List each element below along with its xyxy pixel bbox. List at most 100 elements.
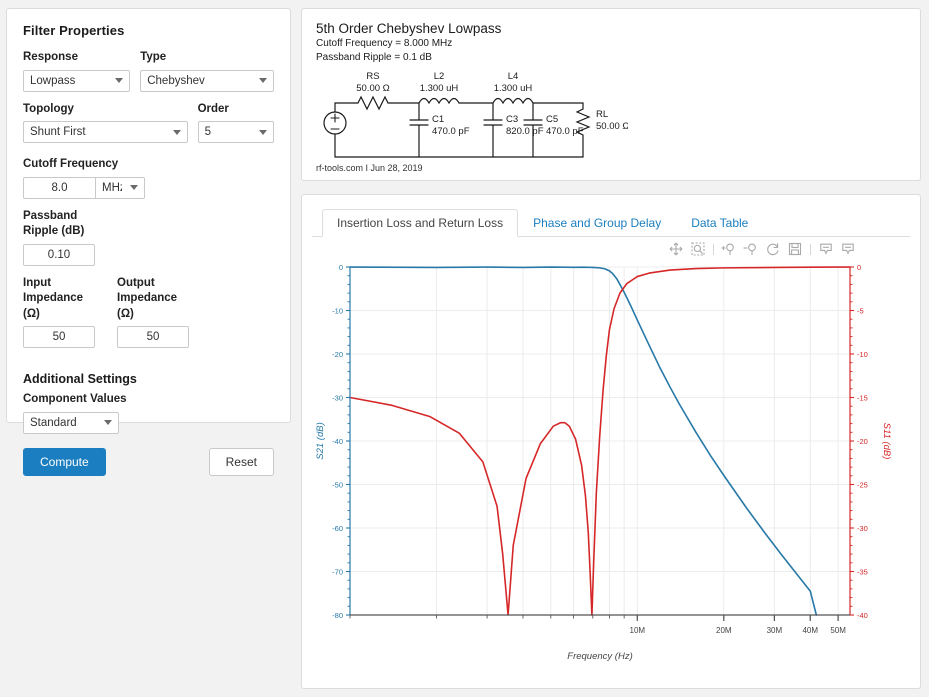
schematic-val-c1: 470.0 pF xyxy=(432,126,470,137)
schematic-cutoff-line: Cutoff Frequency = 8.000 MHz xyxy=(316,38,453,49)
svg-text:-70: -70 xyxy=(332,568,343,577)
schematic-panel: 5th Order Chebyshev Lowpass Cutoff Frequ… xyxy=(301,8,921,181)
chevron-down-icon xyxy=(104,420,112,426)
svg-text:-10: -10 xyxy=(857,350,868,359)
schematic-ref-l2: L2 xyxy=(434,71,445,82)
topology-select[interactable]: Shunt First xyxy=(23,121,188,144)
circuit-schematic: RS 50.00 Ω L2 1.300 uH L4 1.300 uH C1 47… xyxy=(323,71,628,158)
results-tabs: Insertion Loss and Return Loss Phase and… xyxy=(312,205,910,237)
cutoff-frequency-group: 8.0 MHz xyxy=(23,176,274,199)
tab-phase-and-group-delay[interactable]: Phase and Group Delay xyxy=(518,209,676,237)
schematic-ref-rl: RL xyxy=(596,109,608,120)
plot-area[interactable]: 0 -10 -20 -30 -40 -50 -60 -70 -80 0 -5 -10 -15 -20 -25… xyxy=(312,259,910,682)
input-impedance-label-line2: Impedance (Ω) xyxy=(23,292,84,320)
passband-ripple-value: 0.10 xyxy=(47,248,71,261)
additional-settings-title: Additional Settings xyxy=(23,372,137,387)
app-root: Filter Properties Response Lowpass Type … xyxy=(0,0,929,697)
tab-insertion-loss-and-return-loss[interactable]: Insertion Loss and Return Loss xyxy=(322,209,519,237)
hover-tool-2-icon[interactable] xyxy=(838,240,858,258)
schematic-val-c5: 470.0 pF xyxy=(546,126,584,137)
svg-text:-10: -10 xyxy=(332,307,343,316)
schematic-val-c3: 820.0 pF xyxy=(506,126,544,137)
svg-text:-40: -40 xyxy=(332,437,343,446)
cutoff-frequency-label: Cutoff Frequency xyxy=(23,158,119,171)
passband-ripple-label: Passband Ripple (dB) xyxy=(23,209,274,240)
svg-text:-5: -5 xyxy=(857,307,864,316)
svg-text:-20: -20 xyxy=(857,437,868,446)
right-column: 5th Order Chebyshev Lowpass Cutoff Frequ… xyxy=(301,8,921,689)
svg-text:-15: -15 xyxy=(857,394,868,403)
filter-properties-panel: Filter Properties Response Lowpass Type … xyxy=(6,8,291,476)
schematic-val-rs: 50.00 Ω xyxy=(356,83,390,94)
svg-text:-60: -60 xyxy=(332,524,343,533)
schematic-val-rl: 50.00 Ω xyxy=(596,121,628,132)
input-impedance-label-line1: Input xyxy=(23,276,52,289)
svg-text:-50: -50 xyxy=(332,481,343,490)
input-impedance-label: Input Impedance (Ω) xyxy=(23,276,95,323)
order-label: Order xyxy=(197,102,229,115)
input-impedance-value: 50 xyxy=(52,331,66,344)
svg-text:-35: -35 xyxy=(857,568,868,577)
passband-ripple-label-line2: Ripple (dB) xyxy=(23,225,85,238)
chevron-down-icon xyxy=(172,129,181,135)
svg-text:-25: -25 xyxy=(857,481,868,490)
order-value: 5 xyxy=(204,126,211,139)
schematic-val-l2: 1.300 uH xyxy=(420,83,459,94)
zoom-box-icon[interactable] xyxy=(688,240,708,258)
svg-text:-20: -20 xyxy=(332,350,343,359)
chevron-down-icon xyxy=(115,78,124,84)
svg-text:0: 0 xyxy=(857,263,861,272)
save-icon[interactable] xyxy=(785,240,805,258)
topology-label: Topology xyxy=(23,102,74,115)
input-impedance-input[interactable]: 50 xyxy=(23,326,95,349)
zoom-in-icon[interactable] xyxy=(719,240,739,258)
y-axis-label: S21 (dB) xyxy=(315,422,326,460)
output-impedance-value: 50 xyxy=(146,331,160,344)
hover-tool-icon[interactable] xyxy=(816,240,836,258)
output-impedance-input[interactable]: 50 xyxy=(117,326,189,349)
chevron-down-icon xyxy=(259,78,267,84)
response-select[interactable]: Lowpass xyxy=(23,69,131,92)
cutoff-frequency-value: 8.0 xyxy=(51,181,68,194)
svg-text:0: 0 xyxy=(339,263,343,272)
output-impedance-label-line2: Impedance (Ω) xyxy=(117,292,178,320)
svg-text:-80: -80 xyxy=(332,611,343,620)
chevron-down-icon xyxy=(259,129,267,135)
reset-icon[interactable] xyxy=(763,240,783,258)
cutoff-frequency-input[interactable]: 8.0 xyxy=(23,176,95,199)
passband-ripple-input[interactable]: 0.10 xyxy=(23,243,95,266)
schematic-val-l4: 1.300 uH xyxy=(494,83,533,94)
y2-axis-label: S11 (dB) xyxy=(881,423,892,460)
component-values-select[interactable]: Standard xyxy=(23,411,119,434)
toolbar-divider xyxy=(713,243,714,255)
type-value: Chebyshev xyxy=(147,74,205,87)
order-select[interactable]: 5 xyxy=(197,121,274,144)
page-title: Filter Properties xyxy=(23,23,125,38)
reset-button[interactable]: Reset xyxy=(208,447,274,476)
schematic-ref-c5: C5 xyxy=(546,114,558,125)
schematic-title: 5th Order Chebyshev Lowpass xyxy=(316,21,502,36)
tab-data-table[interactable]: Data Table xyxy=(676,209,763,237)
cutoff-unit-select[interactable]: MHz xyxy=(95,176,145,199)
svg-text:40M: 40M xyxy=(802,626,818,635)
pan-icon[interactable] xyxy=(666,240,686,258)
type-select[interactable]: Chebyshev xyxy=(140,69,274,92)
svg-text:50M: 50M xyxy=(830,626,846,635)
compute-button[interactable]: Compute xyxy=(23,447,106,476)
output-impedance-label: Output Impedance (Ω) xyxy=(117,276,189,323)
svg-text:-40: -40 xyxy=(857,611,868,620)
svg-text:10M: 10M xyxy=(630,626,646,635)
x-axis-label: Frequency (Hz) xyxy=(567,651,632,662)
component-values-value: Standard xyxy=(30,416,77,429)
svg-text:20M: 20M xyxy=(716,626,732,635)
plot-toolbar xyxy=(312,237,910,259)
chevron-down-icon xyxy=(130,185,138,191)
action-buttons: Compute Reset xyxy=(23,447,274,476)
sparameter-chart[interactable]: 0 -10 -20 -30 -40 -50 -60 -70 -80 0 -5 -10 -15 -20 -25… xyxy=(312,259,892,667)
output-impedance-label-line1: Output xyxy=(117,276,155,289)
response-value: Lowpass xyxy=(30,74,76,87)
schematic-ref-c3: C3 xyxy=(506,114,518,125)
svg-text:30M: 30M xyxy=(767,626,783,635)
zoom-out-icon[interactable] xyxy=(741,240,761,258)
passband-ripple-label-line1: Passband xyxy=(23,209,78,222)
